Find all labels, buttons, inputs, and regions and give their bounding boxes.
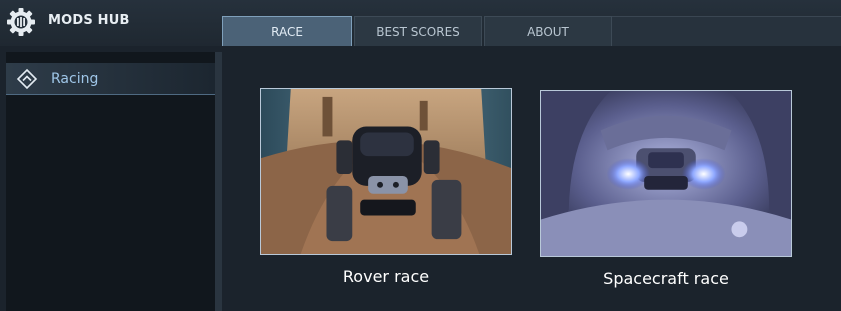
sidebar: Racing: [6, 52, 215, 311]
app-title: MODS HUB: [48, 13, 130, 28]
gear-logo-icon: [7, 8, 35, 36]
tab-race[interactable]: RACE: [222, 16, 352, 46]
rover-race-image: [260, 88, 512, 255]
top-bar: MODS HUB RACE BEST SCORES ABOUT: [0, 0, 841, 47]
diamond-chevron-icon: [16, 68, 38, 89]
sidebar-scrollbar[interactable]: [215, 52, 222, 311]
card-caption: Spacecraft race: [603, 269, 729, 288]
tab-bar-filler: [612, 16, 841, 47]
mod-card-spacecraft-race[interactable]: Spacecraft race: [540, 90, 792, 288]
tab-bar: RACE BEST SCORES ABOUT: [222, 16, 614, 46]
mod-card-rover-race[interactable]: Rover race: [260, 88, 512, 286]
tab-about[interactable]: ABOUT: [484, 16, 612, 46]
spacecraft-race-image: [540, 90, 792, 257]
main-panel: Rover race Spacecraft race: [222, 46, 841, 311]
card-caption: Rover race: [342, 267, 430, 286]
sidebar-item-racing[interactable]: Racing: [6, 63, 215, 95]
app-brand: MODS HUB: [0, 0, 222, 46]
tab-best-scores[interactable]: BEST SCORES: [354, 16, 482, 46]
sidebar-item-label: Racing: [51, 70, 99, 87]
